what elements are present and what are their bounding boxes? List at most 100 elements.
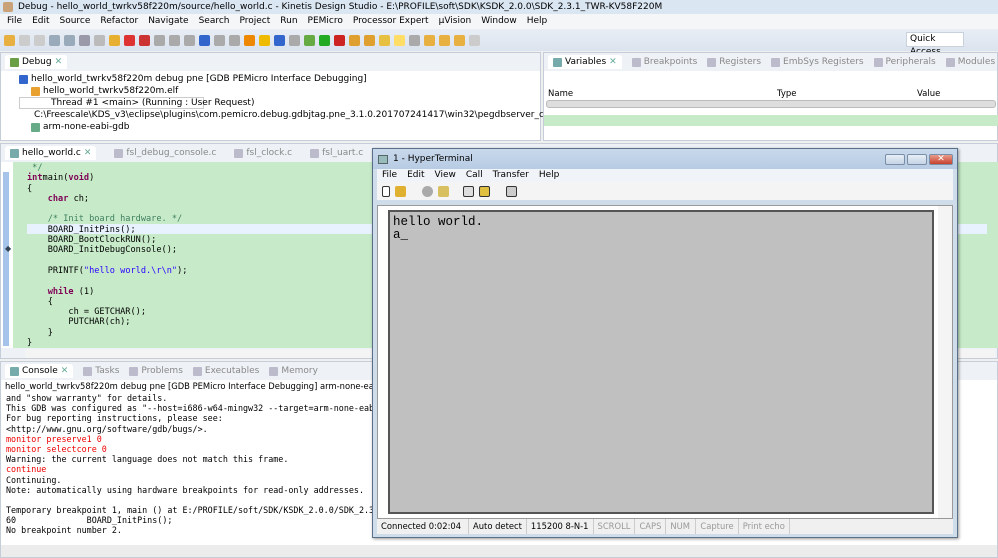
toolbar-button-icon[interactable]: [79, 34, 90, 46]
ht-menu-edit[interactable]: Edit: [402, 169, 429, 182]
menu-window[interactable]: Window: [476, 14, 522, 29]
ht-menu-call[interactable]: Call: [461, 169, 488, 182]
toolbar-button-icon[interactable]: [379, 34, 390, 46]
debug-tree-item[interactable]: C:\Freescale\KDS_v3\eclipse\plugins\com.…: [19, 109, 573, 121]
horizontal-scrollbar[interactable]: [546, 100, 996, 108]
terminal-screen[interactable]: hello world. a_: [388, 210, 934, 514]
receive-icon[interactable]: [479, 185, 490, 197]
ht-menu-help[interactable]: Help: [534, 169, 565, 182]
hyperterminal-title-bar: 1 - HyperTerminal: [373, 149, 957, 169]
menu-project[interactable]: Project: [234, 14, 275, 29]
toolbar-button-icon[interactable]: [109, 34, 120, 46]
toolbar-button-icon[interactable]: [64, 34, 75, 46]
toolbar-button-icon[interactable]: [319, 34, 330, 46]
terminal-area[interactable]: hello world. a_: [377, 205, 953, 519]
toolbar-button-icon[interactable]: [469, 34, 480, 46]
properties-icon[interactable]: [506, 185, 517, 197]
toolbar-button-icon[interactable]: [349, 34, 360, 46]
send-icon[interactable]: [463, 185, 474, 197]
toolbar-button-icon[interactable]: [439, 34, 450, 46]
menu-vision[interactable]: µVision: [434, 14, 477, 29]
tab-registers[interactable]: Registers: [707, 57, 761, 67]
tab-problems[interactable]: Problems: [129, 366, 183, 376]
toolbar-button-icon[interactable]: [4, 34, 15, 46]
debug-tree-item[interactable]: hello_world_twrkv58f220m.elf: [19, 85, 540, 97]
open-icon[interactable]: [395, 185, 406, 197]
ht-menu-view[interactable]: View: [430, 169, 461, 182]
code-token: main(: [42, 173, 69, 184]
menu-processorexpert[interactable]: Processor Expert: [348, 14, 434, 29]
close-icon[interactable]: ✕: [609, 57, 617, 67]
console-hscrollbar[interactable]: [1, 545, 997, 557]
toolbar-button-icon[interactable]: [19, 34, 30, 46]
debug-tree-item[interactable]: hello_world_twrkv58f220m debug pne [GDB …: [19, 73, 540, 85]
tab-fsl-clock-c[interactable]: fsl_clock.c: [234, 148, 292, 158]
menu-help[interactable]: Help: [522, 14, 553, 29]
menu-navigate[interactable]: Navigate: [143, 14, 193, 29]
column-name[interactable]: Name: [544, 89, 777, 99]
column-value[interactable]: Value: [917, 89, 940, 99]
close-button[interactable]: ✕: [929, 154, 953, 165]
debug-tree-item[interactable]: arm-none-eabi-gdb: [19, 121, 540, 133]
close-icon[interactable]: ✕: [84, 148, 92, 158]
toolbar-button-icon[interactable]: [259, 34, 270, 46]
ht-menu-file[interactable]: File: [377, 169, 402, 182]
tab-debug[interactable]: Debug ✕: [5, 55, 68, 69]
tab-modules[interactable]: Modules: [945, 57, 995, 67]
column-type[interactable]: Type: [777, 89, 917, 99]
menu-file[interactable]: File: [2, 14, 27, 29]
tab-hello-world-c[interactable]: hello_world.c ✕: [5, 146, 97, 160]
toolbar-button-icon[interactable]: [94, 34, 105, 46]
status-field: SCROLL: [594, 519, 636, 534]
call-icon[interactable]: [422, 185, 433, 197]
tab-console[interactable]: Console ✕: [5, 364, 74, 378]
minimize-button[interactable]: [885, 154, 905, 165]
tab-memory[interactable]: Memory: [269, 366, 318, 376]
menu-search[interactable]: Search: [194, 14, 235, 29]
tab-breakpoints[interactable]: Breakpoints: [631, 57, 697, 67]
disconnect-icon[interactable]: [438, 185, 449, 197]
toolbar-button-icon[interactable]: [304, 34, 315, 46]
toolbar-button-icon[interactable]: [139, 34, 150, 46]
toolbar-button-icon[interactable]: [169, 34, 180, 46]
menu-run[interactable]: Run: [275, 14, 302, 29]
debug-tree-item[interactable]: Thread #1 <main> (Running : User Request…: [19, 97, 254, 109]
hyperterminal-toolbar: [377, 182, 953, 200]
toolbar-button-icon[interactable]: [334, 34, 345, 46]
toolbar-button-icon[interactable]: [394, 34, 405, 46]
toolbar-button-icon[interactable]: [154, 34, 165, 46]
quick-access-input[interactable]: Quick Access: [906, 32, 964, 57]
ht-menu-transfer[interactable]: Transfer: [488, 169, 534, 182]
toolbar-button-icon[interactable]: [409, 34, 420, 46]
toolbar-button-icon[interactable]: [124, 34, 135, 46]
toolbar-button-icon[interactable]: [229, 34, 240, 46]
toolbar-button-icon[interactable]: [274, 34, 285, 46]
tab-embsys-registers[interactable]: EmbSys Registers: [771, 57, 864, 67]
toolbar-button-icon[interactable]: [244, 34, 255, 46]
new-icon[interactable]: [382, 185, 390, 197]
tab-variables[interactable]: Variables ✕: [548, 55, 622, 69]
close-icon[interactable]: ✕: [55, 57, 63, 67]
menu-edit[interactable]: Edit: [27, 14, 54, 29]
toolbar-button-icon[interactable]: [199, 34, 210, 46]
tab-executables[interactable]: Executables: [192, 366, 259, 376]
close-icon[interactable]: ✕: [61, 366, 69, 376]
code-token: void: [68, 173, 90, 184]
toolbar-button-icon[interactable]: [424, 34, 435, 46]
menu-source[interactable]: Source: [55, 14, 96, 29]
menu-refactor[interactable]: Refactor: [95, 14, 143, 29]
terminal-vscrollbar[interactable]: [938, 206, 952, 518]
toolbar-button-icon[interactable]: [214, 34, 225, 46]
toolbar-button-icon[interactable]: [49, 34, 60, 46]
tab-tasks[interactable]: Tasks: [83, 366, 119, 376]
maximize-button[interactable]: [907, 154, 927, 165]
toolbar-button-icon[interactable]: [184, 34, 195, 46]
toolbar-button-icon[interactable]: [34, 34, 45, 46]
tab-fsl-uart-c[interactable]: fsl_uart.c: [310, 148, 363, 158]
tab-peripherals[interactable]: Peripherals: [873, 57, 936, 67]
tab-fsl-debug-console-c[interactable]: fsl_debug_console.c: [114, 148, 216, 158]
menu-pemicro[interactable]: PEMicro: [303, 14, 348, 29]
toolbar-button-icon[interactable]: [454, 34, 465, 46]
toolbar-button-icon[interactable]: [289, 34, 300, 46]
toolbar-button-icon[interactable]: [364, 34, 375, 46]
